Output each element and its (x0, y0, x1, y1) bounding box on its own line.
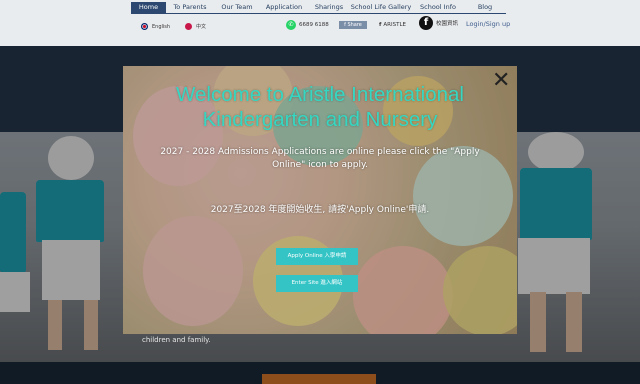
facebook-share[interactable]: f Share (339, 19, 367, 30)
nav-our-team[interactable]: Our Team (214, 2, 260, 14)
main-nav: Home To Parents Our Team Application Sha… (131, 2, 506, 14)
hk-flag-icon (185, 23, 192, 30)
whatsapp-contact[interactable]: ✆ 6689 6188 (286, 19, 329, 30)
nav-to-parents[interactable]: To Parents (166, 2, 214, 14)
modal-message-en: 2027 - 2028 Admissions Applications are … (160, 147, 480, 170)
enter-site-button[interactable]: Enter Site 進入網站 (276, 275, 358, 292)
nav-blog[interactable]: Blog (464, 2, 506, 14)
lang-english-label: English (152, 23, 171, 30)
nav-school-info[interactable]: School Info (412, 2, 464, 14)
modal-title: Welcome to Aristle International Kinderg… (176, 83, 464, 131)
facebook-share-button[interactable]: f Share (339, 20, 367, 29)
background-caption: children and family. (142, 336, 211, 344)
facebook-icon: f (419, 15, 433, 30)
facebook-zh-page[interactable]: f 校園資訊 (419, 15, 459, 30)
nav-home[interactable]: Home (131, 2, 166, 14)
phone-number: 6689 6188 (299, 21, 329, 28)
login-link[interactable]: Login/Sign up (466, 20, 510, 28)
facebook-small-icon: f (379, 21, 382, 28)
facebook-page[interactable]: f ARISTLE (379, 19, 406, 30)
uk-flag-icon (141, 23, 148, 30)
facebook-page-name: ARISTLE (383, 21, 407, 28)
nav-application[interactable]: Application (260, 2, 308, 14)
nav-school-life-gallery[interactable]: School Life Gallery (350, 2, 412, 14)
lang-chinese[interactable]: 中文 (185, 22, 206, 31)
facebook-zh-label: 校園資訊 (436, 20, 459, 27)
site-header: Home To Parents Our Team Application Sha… (0, 0, 640, 46)
nav-sharings[interactable]: Sharings (308, 2, 350, 14)
lang-chinese-label: 中文 (196, 24, 207, 30)
apply-online-button[interactable]: Apply Online 入學申請 (276, 248, 358, 265)
lang-english[interactable]: English (141, 22, 170, 31)
whatsapp-icon: ✆ (286, 19, 296, 30)
modal-message-zh: 2027至2028 年度開始收生, 請按'Apply Online'申請. (210, 205, 430, 215)
